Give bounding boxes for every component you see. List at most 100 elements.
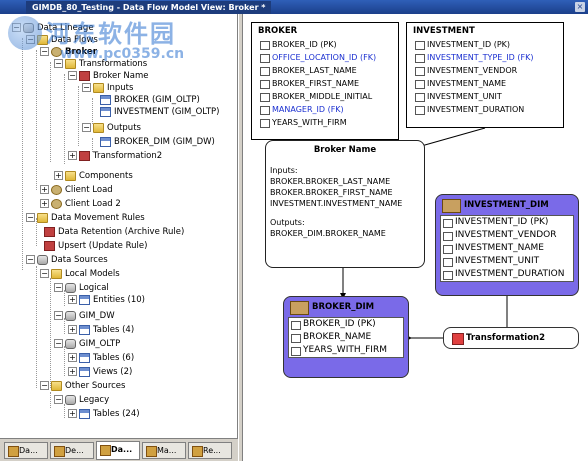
tree-node-data-sources[interactable]: − Data Sources: [26, 254, 108, 266]
tree-node-transformation2[interactable]: + Transformation2: [68, 150, 162, 162]
explorer-tabs: Da... De... Da... Ma... Re...: [0, 438, 238, 461]
table-icon: [79, 408, 90, 419]
column-row[interactable]: INVESTMENT_VENDOR: [441, 229, 573, 242]
column-row[interactable]: BROKER_LAST_NAME: [258, 64, 392, 77]
tree-node-data-retention[interactable]: Data Retention (Archive Rule): [44, 226, 184, 238]
tree-node-data-movement-rules[interactable]: − Data Movement Rules: [26, 212, 145, 224]
column-row[interactable]: OFFICE_LOCATION_ID (FK): [258, 51, 392, 64]
transformation2-node[interactable]: Transformation2: [443, 327, 579, 349]
table-icon: [79, 294, 90, 305]
inputs-label: Inputs:: [270, 166, 298, 175]
watermark-logo-icon: [8, 16, 42, 50]
tree-node-components[interactable]: + Components: [54, 170, 133, 182]
column-row[interactable]: MANAGER_ID (FK): [258, 103, 392, 116]
folder-icon: [93, 122, 104, 133]
model-explorer-tree: −Data Lineage −Data Flows −Broker −Trans…: [0, 14, 238, 438]
broker-table-title: BROKER: [258, 26, 298, 36]
tree-node-gim-dw[interactable]: − GIM_DW: [54, 310, 115, 322]
model-icon: [65, 310, 76, 321]
input-mapping: BROKER.BROKER_LAST_NAME: [270, 177, 391, 186]
column-row[interactable]: BROKER_ID (PK): [258, 38, 392, 51]
column-row[interactable]: INVESTMENT_ID (PK): [413, 38, 557, 51]
rule-icon: [44, 240, 55, 251]
tree-node-entities[interactable]: + Entities (10): [68, 294, 145, 306]
investment-table[interactable]: INVESTMENT INVESTMENT_ID (PK) INVESTMENT…: [406, 22, 564, 128]
column-row[interactable]: INVESTMENT_ID (PK): [441, 216, 573, 229]
document-title-bar: GIMDB_80_Testing - Data Flow Model View:…: [0, 0, 588, 14]
input-mapping: BROKER.BROKER_FIRST_NAME: [270, 188, 393, 197]
tab-data-lineage-1[interactable]: Da...: [4, 442, 48, 459]
transformation-icon: [79, 150, 90, 161]
tree-node-client-load[interactable]: + Client Load: [40, 184, 113, 196]
tab-macros[interactable]: Ma...: [142, 442, 186, 459]
tree-node-gim-oltp-views[interactable]: + Views (2): [68, 366, 132, 378]
table-icon: [79, 352, 90, 363]
model-icon: [65, 394, 76, 405]
database-icon: [37, 254, 48, 265]
broker-dim-table[interactable]: BROKER_DIM BROKER_ID (PK) BROKER_NAME YE…: [283, 296, 409, 378]
column-row[interactable]: INVESTMENT_TYPE_ID (FK): [413, 51, 557, 64]
investment-table-title: INVESTMENT: [413, 26, 475, 36]
folder-icon: [37, 212, 48, 223]
broker-table[interactable]: BROKER BROKER_ID (PK) OFFICE_LOCATION_ID…: [251, 22, 399, 140]
tree-node-local-models[interactable]: − Local Models: [40, 268, 120, 280]
tree-node-gim-dw-tables[interactable]: + Tables (4): [68, 324, 134, 336]
close-icon[interactable]: ×: [575, 2, 585, 12]
tab-data-dictionary[interactable]: De...: [50, 442, 94, 459]
model-icon: [65, 282, 76, 293]
transformation-title: Broker Name: [313, 145, 377, 155]
broker-name-transformation[interactable]: Broker Name Inputs: BROKER.BROKER_LAST_N…: [265, 140, 425, 268]
tree-node-broker-dim[interactable]: BROKER_DIM (GIM_DW): [100, 136, 215, 148]
column-row[interactable]: BROKER_NAME: [289, 331, 403, 344]
tree-node-inputs[interactable]: − Inputs: [82, 82, 133, 94]
tree-node-logical[interactable]: − Logical: [54, 282, 109, 294]
tree-node-client-load-2[interactable]: + Client Load 2: [40, 198, 121, 210]
tree-node-investment-oltp[interactable]: INVESTMENT (GIM_OLTP): [100, 106, 219, 118]
column-row[interactable]: INVESTMENT_NAME: [441, 242, 573, 255]
table-icon: [100, 136, 111, 147]
column-row[interactable]: INVESTMENT_DURATION: [441, 268, 573, 281]
column-row[interactable]: INVESTMENT_DURATION: [413, 103, 557, 116]
tab-data-lineage-active[interactable]: Da...: [96, 441, 140, 460]
column-row[interactable]: INVESTMENT_UNIT: [441, 255, 573, 268]
tree-node-legacy[interactable]: − Legacy: [54, 394, 109, 406]
folder-icon: [51, 380, 62, 391]
watermark-text: 河东软件园: [46, 20, 176, 48]
tree-node-gim-oltp-tables[interactable]: + Tables (6): [68, 352, 134, 364]
tree-node-gim-oltp[interactable]: − GIM_OLTP: [54, 338, 120, 350]
column-row[interactable]: YEARS_WITH_FIRM: [289, 344, 403, 357]
rule-icon: [44, 226, 55, 237]
data-flow-icon: [51, 198, 62, 209]
tree-node-other-sources[interactable]: − Other Sources: [40, 380, 125, 392]
model-icon: [65, 338, 76, 349]
tree-node-outputs[interactable]: − Outputs: [82, 122, 141, 134]
column-row[interactable]: BROKER_FIRST_NAME: [258, 77, 392, 90]
folder-icon: [93, 82, 104, 93]
investment-dim-title: INVESTMENT_DIM: [436, 195, 578, 215]
output-mapping: BROKER_DIM.BROKER_NAME: [270, 229, 386, 238]
column-row[interactable]: BROKER_ID (PK): [289, 318, 403, 331]
column-row[interactable]: INVESTMENT_NAME: [413, 77, 557, 90]
tree-node-upsert[interactable]: Upsert (Update Rule): [44, 240, 147, 252]
tree-node-legacy-tables[interactable]: + Tables (24): [68, 408, 140, 420]
tree-node-broker-name[interactable]: − Broker Name: [68, 70, 148, 82]
tree-node-broker-oltp[interactable]: BROKER (GIM_OLTP): [100, 94, 200, 106]
column-row[interactable]: INVESTMENT_UNIT: [413, 90, 557, 103]
data-flow-icon: [51, 184, 62, 195]
watermark-url: www.pc0359.cn: [60, 46, 185, 62]
broker-dim-title: BROKER_DIM: [284, 297, 408, 317]
input-mapping: INVESTMENT.INVESTMENT_NAME: [270, 199, 403, 208]
view-icon: [79, 366, 90, 377]
folder-icon: [65, 170, 76, 181]
tab-repository[interactable]: Re...: [188, 442, 232, 459]
table-icon: [79, 324, 90, 335]
document-tab[interactable]: GIMDB_80_Testing - Data Flow Model View:…: [26, 1, 272, 14]
column-row[interactable]: YEARS_WITH_FIRM: [258, 116, 392, 129]
table-icon: [100, 106, 111, 117]
table-icon: [100, 94, 111, 105]
transformation-icon: [79, 70, 90, 81]
investment-dim-table[interactable]: INVESTMENT_DIM INVESTMENT_ID (PK) INVEST…: [435, 194, 579, 296]
column-row[interactable]: BROKER_MIDDLE_INITIAL: [258, 90, 392, 103]
data-flow-diagram: BROKER BROKER_ID (PK) OFFICE_LOCATION_ID…: [243, 14, 588, 461]
column-row[interactable]: INVESTMENT_VENDOR: [413, 64, 557, 77]
